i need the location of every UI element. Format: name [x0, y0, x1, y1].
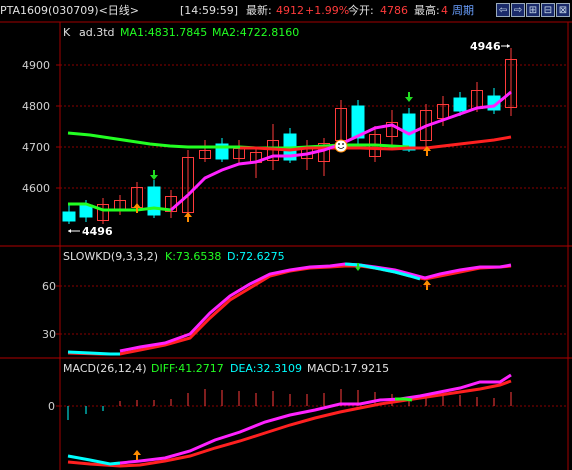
macd-buy-arrow-icon	[133, 450, 141, 460]
tick-4900: 4900	[22, 59, 50, 72]
macd-title: MACD(26,12,4)	[63, 362, 147, 375]
kd-d-value: D:72.6275	[227, 250, 285, 263]
candle	[453, 97, 467, 112]
candle	[147, 186, 161, 216]
main-legend: K ad.3td MA1:4831.7845 MA2:4722.8160	[63, 26, 299, 39]
high-mark-value: 4946	[470, 40, 501, 53]
candlesticks[interactable]	[62, 48, 517, 224]
legend-ad: ad.3td	[79, 26, 115, 39]
macd-dea-value: DEA:32.3109	[230, 362, 302, 375]
kd-d-line	[67, 264, 512, 356]
kd-legend: SLOWKD(9,3,3,2) K:73.6538 D:72.6275	[63, 250, 285, 263]
macd-diff-line-green	[395, 397, 413, 402]
kd-k-line	[119, 262, 512, 353]
tick-kd-30: 30	[42, 328, 56, 341]
y-tick-labels: 4900 4800 4700 4600 60 30 0	[22, 59, 56, 413]
macd-histogram-value: MACD:17.9215	[307, 362, 389, 375]
legend-k: K	[63, 26, 71, 39]
kd-k-value: K:73.6538	[165, 250, 221, 263]
gridlines	[60, 64, 568, 407]
tick-4800: 4800	[22, 100, 50, 113]
chart-canvas[interactable]: 4900 4800 4700 4600 60 30 0 K ad.3td MA1…	[0, 0, 572, 470]
macd-diff-value: DIFF:41.2717	[151, 362, 224, 375]
high-mark: 4946	[470, 40, 510, 53]
y-ticks	[56, 64, 60, 407]
tick-macd-0: 0	[48, 400, 55, 413]
sell-arrow-icon	[405, 92, 413, 102]
legend-ma2: MA2:4722.8160	[212, 26, 299, 39]
low-mark: 4496	[68, 225, 113, 238]
kd-title: SLOWKD(9,3,3,2)	[63, 250, 158, 263]
buy-arrow-icon	[184, 212, 192, 222]
smiley-icon	[334, 139, 348, 153]
kd-k-line-down	[67, 350, 120, 356]
tick-4600: 4600	[22, 182, 50, 195]
kd-buy-arrow-icon	[423, 280, 431, 290]
sell-arrow-icon	[150, 170, 158, 180]
low-mark-value: 4496	[82, 225, 113, 238]
candle	[62, 211, 76, 222]
tick-kd-60: 60	[42, 280, 56, 293]
kd-k-line-down2	[344, 262, 421, 281]
macd-legend: MACD(26,12,4) DIFF:41.2717 DEA:32.3109 M…	[63, 362, 389, 375]
tick-4700: 4700	[22, 141, 50, 154]
legend-ma1: MA1:4831.7845	[120, 26, 207, 39]
panel-frames	[0, 21, 572, 470]
